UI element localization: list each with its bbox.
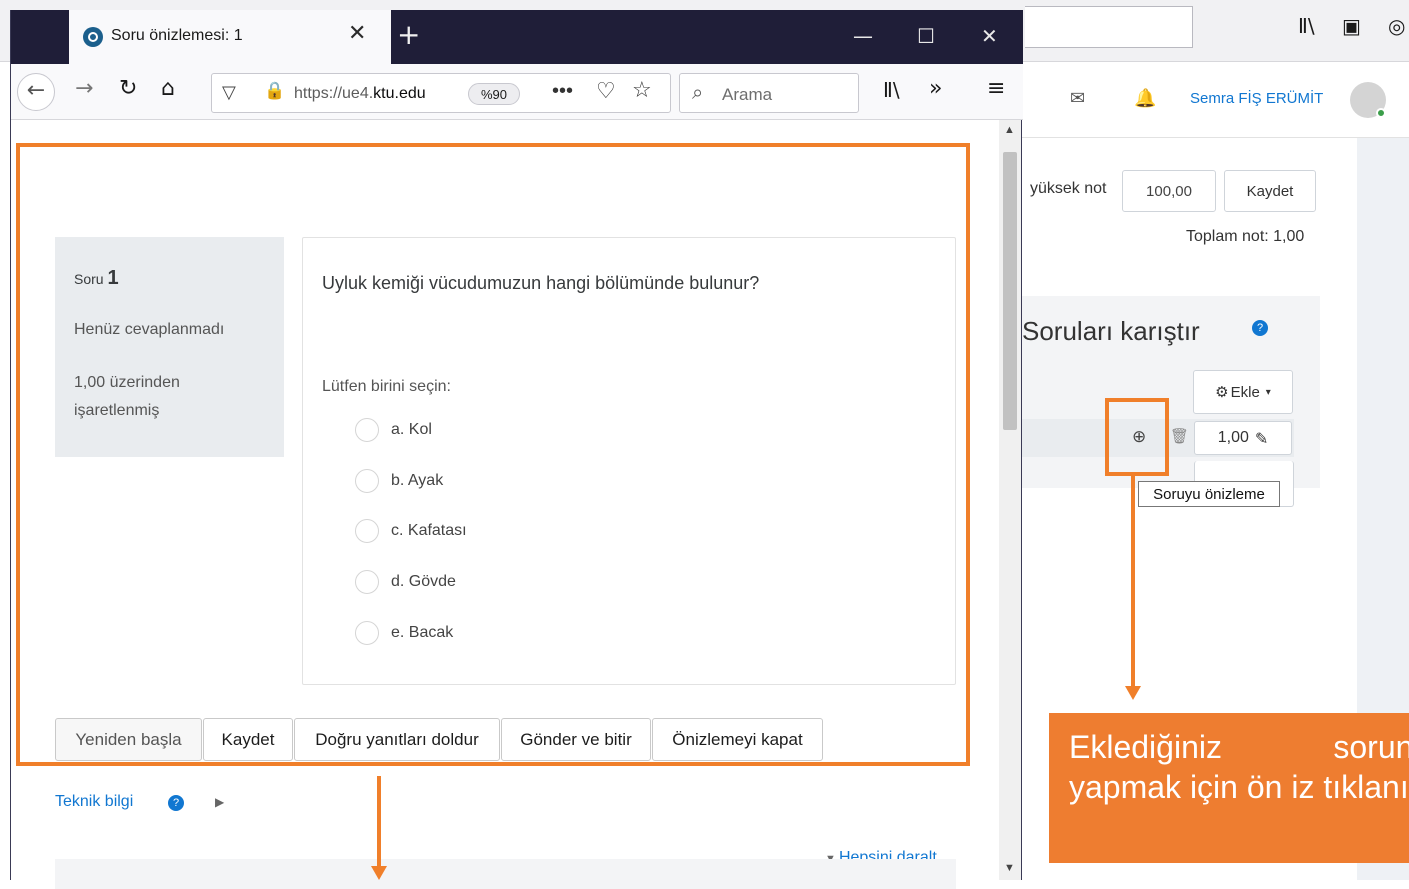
page-scrollbar[interactable]: ▲ ▼	[999, 120, 1021, 880]
home-icon[interactable]: ⌂	[161, 76, 175, 101]
chevron-down-icon: ▾	[1265, 386, 1271, 398]
back-arrow-icon[interactable]: ←	[17, 73, 55, 111]
notifications-icon[interactable]: 🔔	[1134, 88, 1156, 109]
forward-arrow-icon[interactable]: →	[75, 76, 93, 101]
page-actions-icon[interactable]: •••	[552, 80, 573, 103]
moodle-favicon-icon	[83, 27, 103, 47]
lock-icon: 🔒	[264, 81, 286, 101]
sidebar-icon[interactable]: ▣	[1342, 14, 1361, 38]
search-icon: ⌕	[692, 80, 704, 104]
preview-tooltip: Soruyu önizleme	[1138, 481, 1280, 507]
address-bar[interactable]: ▽ 🔒 https://ue4.ktu.edu %90 ••• ♡ ☆	[211, 73, 671, 113]
callout-arrow-line	[1131, 476, 1135, 690]
instruction-callout: Eklediğiniz sorunun yapmak için ön iz tı…	[1049, 713, 1409, 863]
close-tab-icon[interactable]: ✕	[348, 21, 366, 46]
total-grade-text: Toplam not: 1,00	[1186, 228, 1305, 245]
zoom-level-badge[interactable]: %90	[468, 83, 520, 105]
edit-pencil-icon: ✎	[1254, 428, 1269, 448]
down-arrow-head	[371, 866, 387, 880]
expand-triangle-icon[interactable]: ▶	[215, 795, 224, 809]
moodle-navbar: ✉ 🔔 Semra FİŞ ERÜMİT	[1022, 62, 1409, 138]
gear-icon: ⚙	[1215, 383, 1229, 401]
callout-text: Eklediğiniz sorunun yapmak için ön iz tı…	[1069, 729, 1409, 805]
search-box[interactable]: ⌕ Arama	[679, 73, 859, 113]
user-name[interactable]: Semra FİŞ ERÜMİT	[1190, 90, 1323, 107]
tab-bar: Soru önizlemesi: 1 ✕ + — ☐ ✕	[11, 10, 1023, 64]
shuffle-label[interactable]: Soruları karıştır	[1022, 316, 1200, 347]
help-icon[interactable]: ?	[168, 795, 184, 811]
overflow-chevron-icon[interactable]: »	[929, 76, 942, 101]
hamburger-menu-icon[interactable]: ≡	[987, 76, 1005, 101]
scroll-up-icon[interactable]: ▲	[1004, 124, 1015, 136]
pocket-icon[interactable]: ♡	[596, 79, 616, 104]
background-url-field[interactable]	[1025, 6, 1193, 48]
library-icon[interactable]: Ⅱ\	[1298, 14, 1315, 38]
tracking-shield-icon[interactable]: ▽	[222, 82, 236, 103]
highlight-preview-icon-frame	[1105, 398, 1169, 476]
bookmark-star-icon[interactable]: ☆	[632, 78, 652, 103]
new-tab-icon[interactable]: +	[397, 18, 420, 51]
tab-title: Soru önizlemesi: 1	[111, 27, 243, 44]
collapsible-section	[55, 859, 956, 889]
tab-question-preview[interactable]: Soru önizlemesi: 1 ✕	[69, 10, 391, 64]
online-status-dot	[1376, 108, 1386, 118]
question-grade-field[interactable]: 1,00 ✎	[1194, 421, 1292, 455]
minimize-icon[interactable]: —	[853, 24, 873, 48]
search-input[interactable]: Arama	[722, 85, 772, 105]
callout-arrow-head	[1125, 686, 1141, 700]
url-text[interactable]: https://ue4.ktu.edu	[294, 85, 462, 103]
question-list-panel: Soruları karıştır ? ⚙ Ekle ▾	[1022, 296, 1320, 488]
account-icon[interactable]: ◎	[1388, 14, 1405, 38]
reload-icon[interactable]: ↻	[119, 76, 137, 101]
close-window-icon[interactable]: ✕	[981, 24, 998, 48]
scroll-thumb[interactable]	[1003, 152, 1017, 430]
help-icon[interactable]: ?	[1252, 320, 1268, 336]
save-grade-button[interactable]: Kaydet	[1224, 170, 1316, 212]
delete-icon[interactable]: 🗑	[1170, 427, 1189, 445]
technical-info-link[interactable]: Teknik bilgi	[55, 793, 133, 811]
library-icon[interactable]: Ⅱ\	[883, 78, 900, 102]
add-menu-button[interactable]: ⚙ Ekle ▾	[1193, 370, 1293, 414]
scroll-down-icon[interactable]: ▼	[1004, 862, 1015, 874]
highlight-preview-frame	[16, 143, 970, 766]
highest-grade-input[interactable]: 100,00	[1122, 170, 1216, 212]
maximize-icon[interactable]: ☐	[917, 24, 935, 48]
browser-toolbar: ← → ↻ ⌂ ▽ 🔒 https://ue4.ktu.edu %90 ••• …	[11, 64, 1023, 120]
down-arrow-line	[377, 776, 381, 868]
highest-grade-label: yüksek not	[1030, 180, 1107, 197]
messages-icon[interactable]: ✉	[1070, 88, 1085, 109]
